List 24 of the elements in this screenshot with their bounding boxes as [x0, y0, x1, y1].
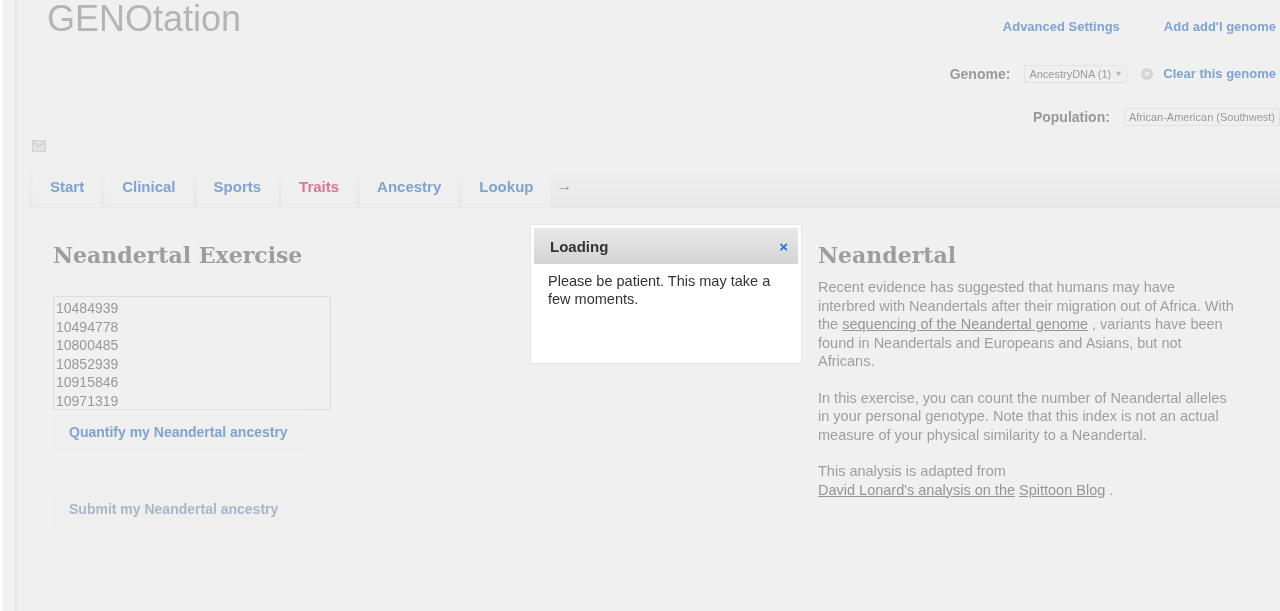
section-title: Neandertal [818, 242, 958, 268]
close-button[interactable]: × [779, 237, 788, 255]
section-title: Neandertal Exercise [53, 242, 303, 268]
dialog-message: Please be patient. This may take a few moments. [548, 272, 772, 308]
caret-icon [1115, 70, 1123, 78]
header-link[interactable]: Add add'l genome [1133, 18, 1280, 34]
snp-list-field[interactable]: 10484939 10494778 10800485 10852939 10915846 10971319 [53, 296, 331, 410]
population-label: Population: [1032, 108, 1110, 125]
population-dropdown[interactable]: African-American (Southwest) [1123, 107, 1280, 126]
paragraph: In this exercise, you can count the number of Neandertal alleles in your personal genotype. Note that this index is not an actual measure of your physical similarity to a Neandertal. [818, 388, 1228, 444]
clear-genome-link[interactable]: Clear this genome [1163, 66, 1280, 82]
clear-icon[interactable] [1141, 67, 1154, 80]
text-link[interactable]: Spittoon Blog [1019, 481, 1106, 498]
site-logo: GENOtation [46, 0, 242, 41]
paragraph: This analysis is adapted from David Lonard's analysis on the Spittoon Blog . [818, 462, 1115, 499]
dialog-title: Loading [550, 237, 609, 255]
header-link[interactable]: Advanced Settings [972, 18, 1124, 34]
next-arrow[interactable]: → [554, 177, 575, 195]
genome-dropdown[interactable]: AncestryDNA (1) [1024, 64, 1128, 83]
paragraph: Recent evidence has suggested that humans may have interbred with Neandertals after their migration out of Africa. With the sequencing of the Neandertal genome , variants have been found in Neandertals and Europeans and Asians, but not Africans. [818, 278, 1235, 371]
envelope-icon[interactable] [32, 140, 46, 152]
genome-label: Genome: [949, 65, 1011, 82]
text-link[interactable]: David Lonard's analysis on the [818, 481, 1016, 498]
text-link[interactable]: sequencing of the Neandertal genome [842, 316, 1089, 332]
